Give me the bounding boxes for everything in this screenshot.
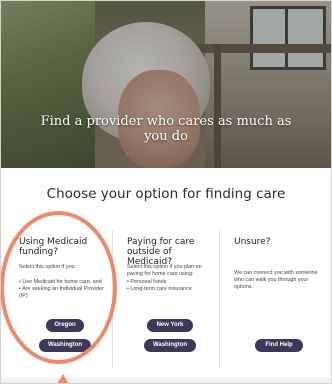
bullet-item: • Long-term care insurance: [127, 286, 192, 292]
option-description: Select this option if you:: [19, 264, 76, 270]
find-help-button[interactable]: Find Help: [255, 339, 303, 352]
choose-section: Choose your option for finding care: [0, 168, 332, 230]
option-unsure: Unsure? We can connect you with someone …: [220, 230, 332, 368]
option-description: We can connect you with someone who can …: [234, 270, 318, 290]
option-private-pay: Paying for care outside of Medicaid? Sel…: [113, 230, 220, 368]
options-panel: Using Medicaid funding? Select this opti…: [0, 230, 332, 378]
option-bullets: • Personal funds • Long-term care insura…: [127, 279, 219, 293]
hero-banner: Find a provider who cares as much as you…: [0, 0, 332, 168]
option-description: Select this option if you plan on paying…: [127, 264, 202, 277]
oregon-button[interactable]: Oregon: [46, 319, 84, 332]
new-york-button[interactable]: New York: [147, 319, 193, 332]
option-medicaid: Using Medicaid funding? Select this opti…: [0, 230, 113, 368]
washington-private-button[interactable]: Washington: [144, 339, 196, 352]
option-heading: Paying for care outside of Medicaid?: [127, 237, 195, 267]
bullet-item: • Personal funds: [127, 279, 167, 285]
option-heading: Unsure?: [234, 237, 271, 247]
option-bullets: • Use Medicaid for home care, and • Are …: [19, 279, 111, 300]
bullet-item: • Are seeking an Individual Provider (IP…: [19, 286, 104, 299]
option-heading: Using Medicaid funding?: [19, 237, 88, 257]
bullet-item: • Use Medicaid for home care, and: [19, 279, 102, 285]
section-title: Choose your option for finding care: [46, 186, 286, 202]
hero-title: Find a provider who cares as much as you…: [40, 114, 292, 144]
washington-medicaid-button[interactable]: Washington: [39, 339, 91, 352]
arrow-up-annotation: [57, 374, 69, 384]
